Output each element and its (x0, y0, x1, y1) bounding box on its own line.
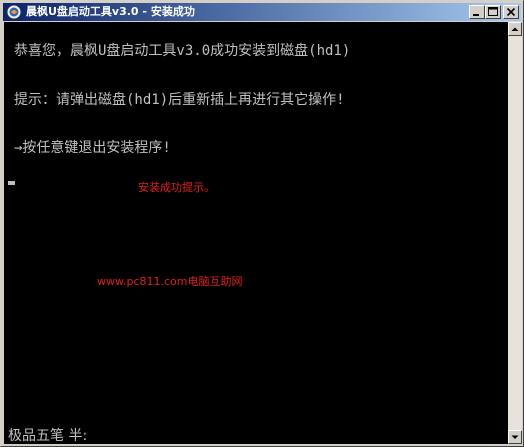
ime-status: 极品五笔 半: (8, 428, 88, 444)
console-line-success: 恭喜您，晨枫U盘启动工具v3.0成功安装到磁盘(hd1) (14, 43, 351, 59)
maximize-button[interactable] (485, 5, 501, 19)
window-title: 晨枫U盘启动工具v3.0 - 安装成功 (26, 5, 195, 18)
minimize-button[interactable] (469, 5, 485, 19)
scroll-up-button[interactable] (508, 22, 522, 36)
close-icon (506, 7, 516, 17)
maximize-icon (488, 7, 498, 16)
console-output[interactable]: 恭喜您，晨枫U盘启动工具v3.0成功安装到磁盘(hd1) 提示：请弹出磁盘(hd… (4, 22, 508, 444)
success-note: 安装成功提示。 (138, 181, 215, 194)
close-button[interactable] (503, 5, 519, 19)
minimize-icon (473, 14, 479, 16)
console-line-exit-prompt: →按任意键退出安装程序! (14, 140, 171, 156)
text-cursor (8, 181, 15, 185)
title-buttons (469, 5, 519, 19)
title-bar[interactable]: 晨枫U盘启动工具v3.0 - 安装成功 (3, 3, 521, 21)
scroll-down-button[interactable] (508, 430, 522, 444)
arrow-down-icon (511, 435, 519, 439)
console-line-hint: 提示：请弹出磁盘(hd1)后重新插上再进行其它操作! (14, 92, 345, 108)
arrow-up-icon (511, 27, 519, 31)
vertical-scrollbar[interactable] (508, 22, 522, 444)
app-icon (6, 4, 22, 20)
console-window: 晨枫U盘启动工具v3.0 - 安装成功 恭喜您，晨枫U盘启动工具v3.0成功安装… (0, 0, 524, 447)
site-watermark: www.pc811.com电脑互助网 (97, 275, 243, 288)
